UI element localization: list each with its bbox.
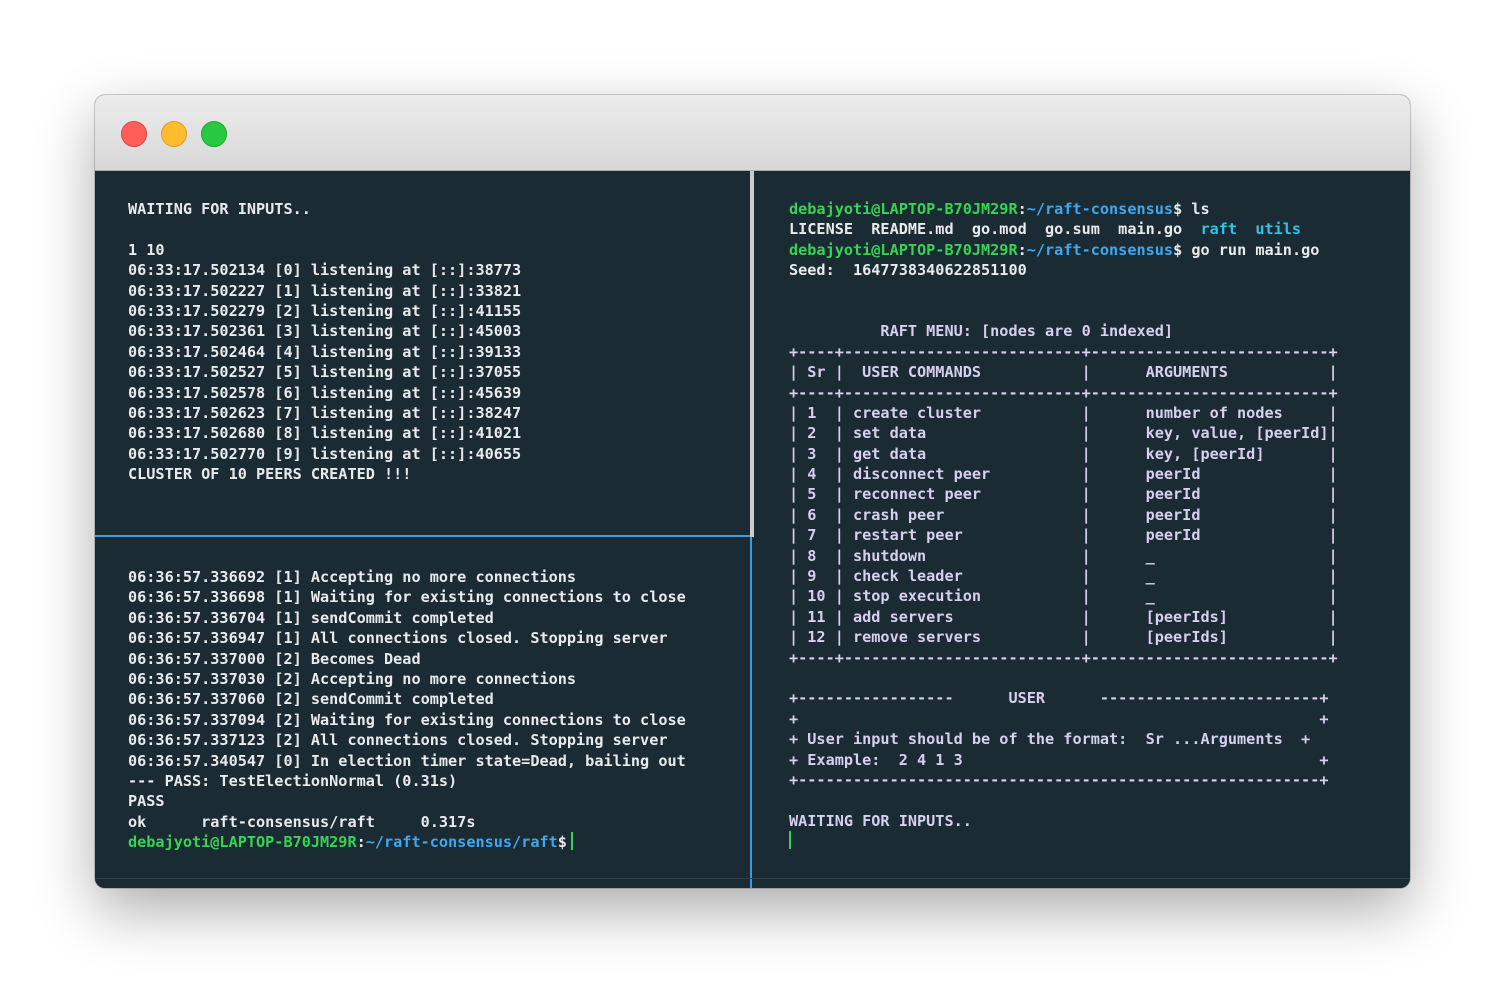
terminal-line: 06:36:57.336698 [1] Waiting for existing… — [128, 588, 686, 607]
terminal-line: 06:36:57.337060 [2] sendCommit completed — [128, 690, 494, 709]
terminal-line: 06:36:57.337123 [2] All connections clos… — [128, 731, 668, 750]
prompt-user: debajyoti@LAPTOP-B70JM29R — [128, 833, 357, 852]
prompt-path: ~/raft-consensus — [1026, 240, 1174, 259]
seed-line: Seed: 1647738340622851100 — [789, 261, 1027, 280]
terminal-line: ok raft-consensus/raft 0.317s — [128, 812, 476, 831]
prompt-user: debajyoti@LAPTOP-B70JM29R — [789, 240, 1018, 259]
terminal-line: | 1 | create cluster | number of nodes | — [789, 403, 1338, 422]
terminal-line: 06:36:57.336947 [1] All connections clos… — [128, 629, 668, 648]
terminal-line: WAITING FOR INPUTS.. — [789, 811, 972, 830]
input-line[interactable] — [789, 831, 1338, 851]
terminal-output: debajyoti@LAPTOP-B70JM29R:~/raft-consens… — [789, 199, 1338, 852]
terminal-line: 06:33:17.502227 [1] listening at [::]:33… — [128, 281, 522, 300]
prompt-separator: : — [1017, 240, 1027, 259]
terminal-window: WAITING FOR INPUTS.. 1 10 06:33:17.502134 … — [95, 95, 1410, 888]
terminal-line: RAFT MENU: [nodes are 0 indexed] — [789, 322, 1174, 341]
prompt-symbol: $ — [557, 833, 567, 852]
shell-prompt: debajyoti@LAPTOP-B70JM29R:~/raft-consens… — [789, 199, 1338, 219]
terminal-pane-top-left[interactable]: WAITING FOR INPUTS.. 1 10 06:33:17.502134 … — [95, 171, 750, 535]
ls-output: LICENSE README.md go.mod go.sum main.go … — [789, 219, 1338, 239]
terminal-line: | 8 | shutdown | _ | — [789, 546, 1338, 565]
terminal-line: +---------------------------------------… — [789, 770, 1329, 789]
terminal-line: | Sr | USER COMMANDS | ARGUMENTS | — [789, 363, 1338, 382]
terminal-line: | 2 | set data | key, value, [peerId]| — [789, 424, 1338, 443]
terminal-line: | 5 | reconnect peer | peerId | — [789, 485, 1338, 504]
terminal-output: WAITING FOR INPUTS.. 1 10 06:33:17.502134 … — [128, 199, 521, 484]
close-button[interactable] — [121, 121, 147, 147]
terminal-line: +----+--------------------------+-------… — [789, 648, 1338, 667]
prompt-user: debajyoti@LAPTOP-B70JM29R — [789, 200, 1018, 218]
terminal-line: + Example: 2 4 1 3 + — [789, 750, 1329, 769]
terminal-pane-right[interactable]: debajyoti@LAPTOP-B70JM29R:~/raft-consens… — [755, 171, 1410, 888]
terminal-line: | 3 | get data | key, [peerId] | — [789, 444, 1338, 463]
terminal-line: 06:36:57.337094 [2] Waiting for existing… — [128, 710, 686, 729]
terminal-line: +----+--------------------------+-------… — [789, 383, 1338, 402]
terminal-line: 1 10 — [128, 240, 165, 259]
ls-files: LICENSE README.md go.mod go.sum main.go — [789, 220, 1201, 239]
ls-directories: raft utils — [1200, 220, 1302, 239]
terminal-line: 06:33:17.502279 [2] listening at [::]:41… — [128, 301, 522, 320]
terminal-line: | 11 | add servers | [peerIds] | — [789, 607, 1338, 626]
terminal-line: 06:33:17.502361 [3] listening at [::]:45… — [128, 322, 522, 341]
terminal-pane-bottom-left[interactable]: 06:36:57.336692 [1] Accepting no more co… — [95, 537, 752, 888]
terminal-output: 06:36:57.336692 [1] Accepting no more co… — [128, 567, 686, 852]
shell-prompt: debajyoti@LAPTOP-B70JM29R:~/raft-consens… — [128, 832, 686, 852]
terminal-line: + User input should be of the format: Sr… — [789, 730, 1311, 749]
terminal-line: + + — [789, 709, 1329, 728]
maximize-button[interactable] — [201, 121, 227, 147]
terminal-line: | 6 | crash peer | peerId | — [789, 505, 1338, 524]
terminal-line: --- PASS: TestElectionNormal (0.31s) — [128, 771, 458, 790]
terminal-line: 06:33:17.502464 [4] listening at [::]:39… — [128, 342, 522, 361]
terminal-line: +----+--------------------------+-------… — [789, 342, 1338, 361]
prompt-separator: : — [356, 833, 366, 852]
window-bottom-border — [95, 878, 1410, 879]
terminal-line: 06:36:57.337000 [2] Becomes Dead — [128, 649, 421, 668]
terminal-line: CLUSTER OF 10 PEERS CREATED !!! — [128, 465, 412, 484]
text-cursor — [789, 831, 791, 850]
terminal-line: 06:33:17.502578 [6] listening at [::]:45… — [128, 383, 522, 402]
terminal-line: 06:36:57.337030 [2] Accepting no more co… — [128, 669, 577, 688]
title-bar — [95, 95, 1410, 171]
terminal-line: WAITING FOR INPUTS.. — [128, 200, 311, 218]
text-cursor — [570, 832, 573, 851]
terminal-line: +----------------- USER ----------------… — [789, 689, 1329, 708]
prompt-command: ls — [1182, 200, 1210, 218]
terminal-line: 06:33:17.502623 [7] listening at [::]:38… — [128, 403, 522, 422]
terminal-line: 06:36:57.340547 [0] In election timer st… — [128, 751, 686, 770]
prompt-symbol: $ — [1173, 200, 1183, 218]
terminal-line: | 4 | disconnect peer | peerId | — [789, 465, 1338, 484]
minimize-button[interactable] — [161, 121, 187, 147]
pane-divider-vertical[interactable] — [750, 171, 754, 537]
terminal-line: | 7 | restart peer | peerId | — [789, 526, 1338, 545]
prompt-separator: : — [1017, 200, 1027, 218]
terminal-line: PASS — [128, 792, 165, 811]
terminal-line: | 9 | check leader | _ | — [789, 567, 1338, 586]
shell-prompt: debajyoti@LAPTOP-B70JM29R:~/raft-consens… — [789, 240, 1338, 260]
prompt-path: ~/raft-consensus — [1026, 200, 1174, 218]
terminal-line: 06:36:57.336692 [1] Accepting no more co… — [128, 568, 577, 586]
prompt-command: go run main.go — [1182, 240, 1320, 259]
terminal-line: 06:33:17.502680 [8] listening at [::]:41… — [128, 424, 522, 443]
prompt-symbol: $ — [1173, 240, 1183, 259]
prompt-path: ~/raft-consensus/raft — [365, 833, 558, 852]
terminal-line: 06:33:17.502134 [0] listening at [::]:38… — [128, 261, 522, 280]
terminal-line: | 10 | stop execution | _ | — [789, 587, 1338, 606]
terminal-line: 06:33:17.502527 [5] listening at [::]:37… — [128, 363, 522, 382]
terminal-line: 06:36:57.336704 [1] sendCommit completed — [128, 608, 494, 627]
terminal-line: 06:33:17.502770 [9] listening at [::]:40… — [128, 444, 522, 463]
terminal-line: | 12 | remove servers | [peerIds] | — [789, 628, 1338, 647]
